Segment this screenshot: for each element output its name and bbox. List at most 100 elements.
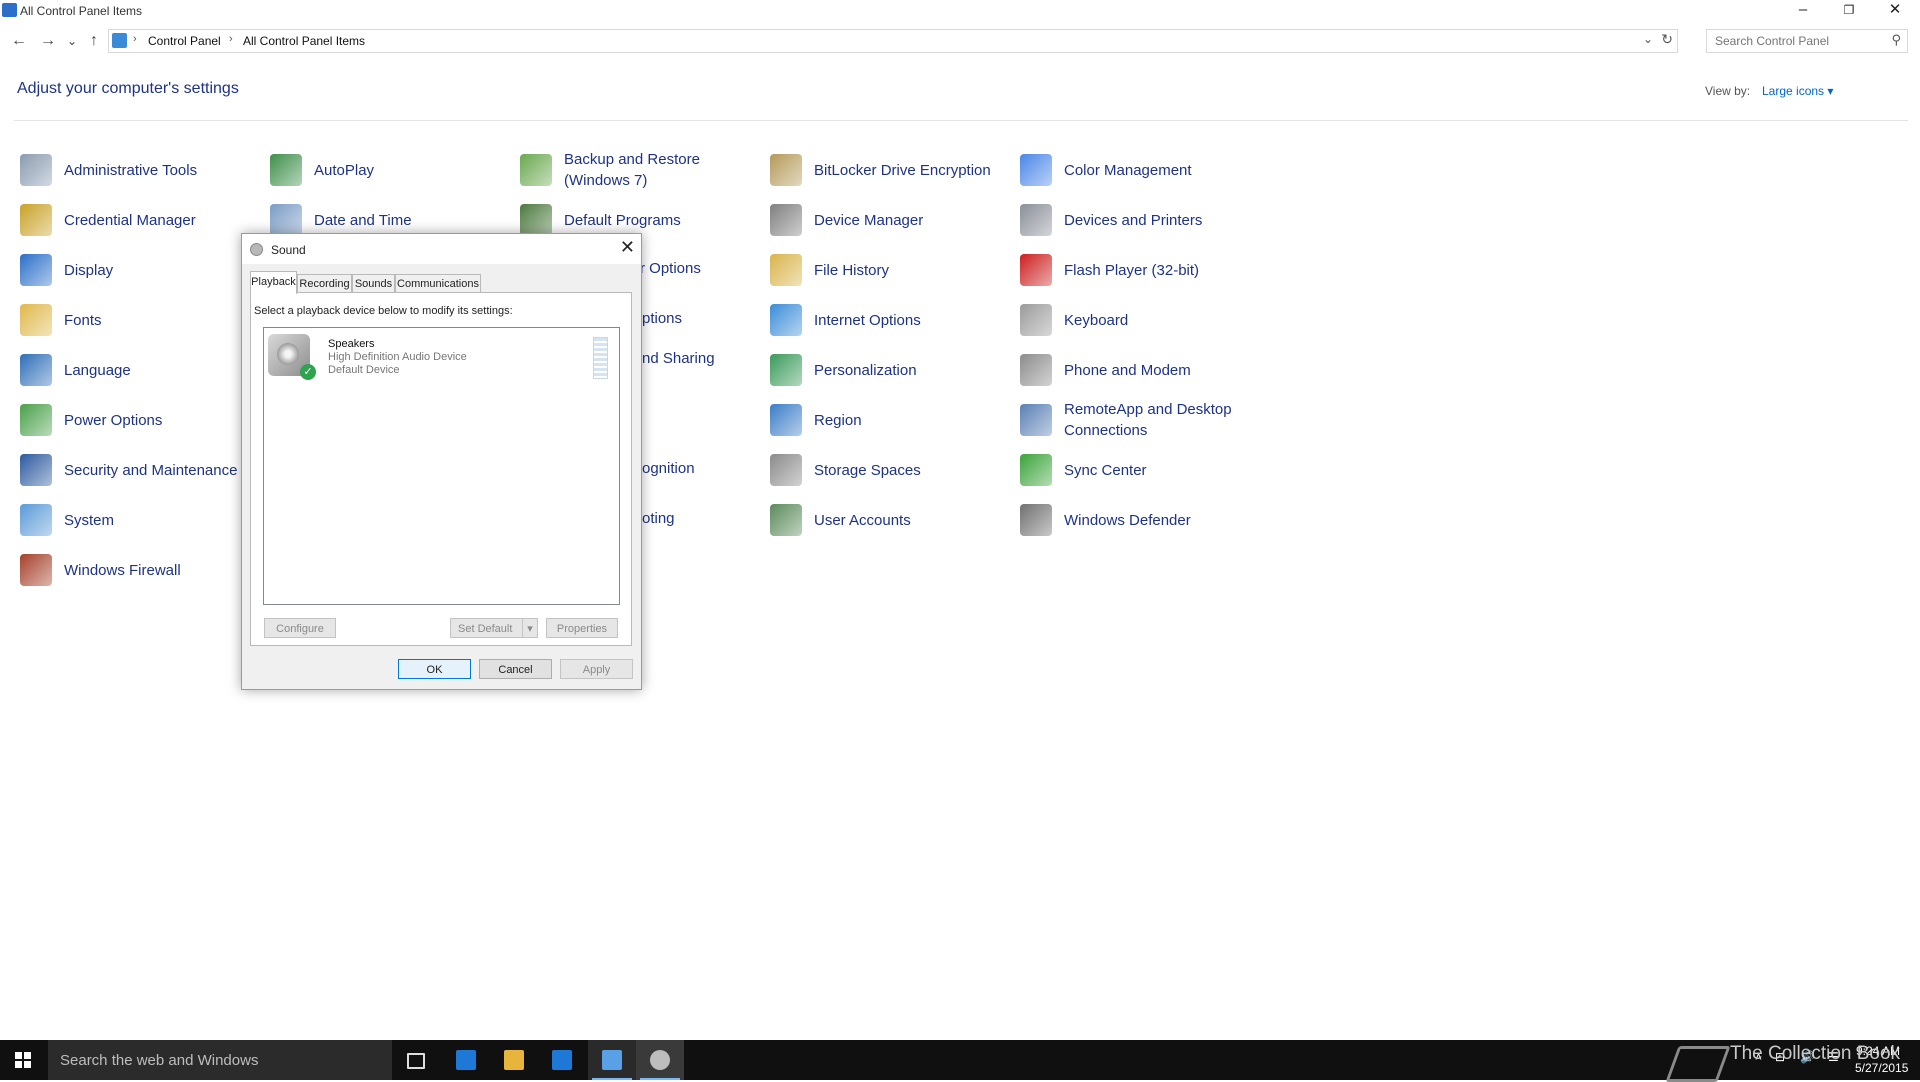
tab-sounds[interactable]: Sounds	[352, 274, 395, 293]
search-icon[interactable]: ⚲	[1891, 32, 1901, 48]
security-maintenance-icon	[20, 454, 52, 486]
color-management-icon	[1020, 154, 1052, 186]
minimize-button[interactable]: –	[1780, 0, 1826, 22]
dialog-title-bar[interactable]: Sound ✕	[242, 234, 641, 264]
device-manager-icon	[770, 204, 802, 236]
item-backup-restore[interactable]: Backup and Restore (Windows 7)	[520, 150, 770, 190]
item-windows-defender[interactable]: Windows Defender	[1020, 500, 1270, 540]
taskbar-search[interactable]: Search the web and Windows	[48, 1040, 392, 1080]
item-phone-modem[interactable]: Phone and Modem	[1020, 350, 1270, 390]
item-internet-options[interactable]: Internet Options	[770, 300, 1020, 340]
tab-recording[interactable]: Recording	[297, 274, 352, 293]
internet-options-icon	[770, 304, 802, 336]
view-by-label: View by:	[1705, 84, 1751, 98]
tab-communications[interactable]: Communications	[395, 274, 481, 293]
address-bar[interactable]: › Control Panel › All Control Panel Item…	[108, 29, 1678, 53]
apply-button[interactable]: Apply	[560, 659, 633, 679]
item-language[interactable]: Language	[20, 350, 270, 390]
item-user-accounts[interactable]: User Accounts	[770, 500, 1020, 540]
set-default-dropdown-icon[interactable]: ▾	[522, 618, 538, 638]
windows-firewall-icon	[20, 554, 52, 586]
navigation-bar: ← → ⌄ ↑ › Control Panel › All Control Pa…	[0, 28, 1920, 54]
item-storage-spaces[interactable]: Storage Spaces	[770, 450, 1020, 490]
properties-button[interactable]: Properties	[546, 618, 618, 638]
forward-button[interactable]: →	[37, 30, 59, 52]
breadcrumb-all-items[interactable]: All Control Panel Items	[243, 34, 365, 48]
item-partial-label[interactable]: ptions	[642, 310, 682, 327]
title-bar: All Control Panel Items – ❐ ✕	[0, 0, 1920, 22]
region-icon	[770, 404, 802, 436]
restore-button[interactable]: ❐	[1826, 0, 1872, 22]
item-windows-firewall[interactable]: Windows Firewall	[20, 550, 270, 590]
autoplay-icon	[270, 154, 302, 186]
edge-browser-icon	[456, 1050, 476, 1070]
cancel-button[interactable]: Cancel	[479, 659, 552, 679]
personalization-icon	[770, 354, 802, 386]
window-title: All Control Panel Items	[20, 4, 143, 18]
configure-button[interactable]: Configure	[264, 618, 336, 638]
start-button[interactable]	[0, 1040, 48, 1080]
control-panel-app-icon	[2, 3, 17, 17]
device-name[interactable]: Speakers	[328, 338, 374, 350]
power-options-icon	[20, 404, 52, 436]
item-device-manager[interactable]: Device Manager	[770, 200, 1020, 240]
item-display[interactable]: Display	[20, 250, 270, 290]
file-history-icon	[770, 254, 802, 286]
backup-restore-icon	[520, 154, 552, 186]
default-programs-icon	[520, 204, 552, 236]
ok-button[interactable]: OK	[398, 659, 471, 679]
dialog-close-button[interactable]: ✕	[620, 237, 635, 258]
item-region[interactable]: Region	[770, 400, 1020, 440]
search-box[interactable]: ⚲	[1706, 29, 1908, 53]
item-partial-label[interactable]: r Options	[640, 260, 701, 277]
header-divider	[14, 120, 1908, 121]
store-icon	[552, 1050, 572, 1070]
item-partial-label[interactable]: oting	[642, 510, 675, 527]
item-personalization[interactable]: Personalization	[770, 350, 1020, 390]
admin-tools-icon	[20, 154, 52, 186]
item-devices-printers[interactable]: Devices and Printers	[1020, 200, 1270, 240]
breadcrumb-control-panel[interactable]: Control Panel	[148, 34, 221, 48]
address-dropdown-icon[interactable]: ⌄	[1643, 32, 1653, 46]
item-system[interactable]: System	[20, 500, 270, 540]
date-time-icon	[270, 204, 302, 236]
tab-playback[interactable]: Playback	[250, 271, 297, 294]
item-flash-player[interactable]: Flash Player (32-bit)	[1020, 250, 1270, 290]
up-button[interactable]: ↑	[83, 30, 105, 52]
item-bitlocker[interactable]: BitLocker Drive Encryption	[770, 150, 1020, 190]
item-partial-label[interactable]: nd Sharing	[642, 350, 715, 367]
taskbar-edge[interactable]	[442, 1040, 490, 1080]
control-panel-taskbar-icon	[602, 1050, 622, 1070]
refresh-icon[interactable]: ↻	[1661, 31, 1673, 48]
item-credential-manager[interactable]: Credential Manager	[20, 200, 270, 240]
item-power-options[interactable]: Power Options	[20, 400, 270, 440]
device-status: Default Device	[328, 364, 400, 376]
item-fonts[interactable]: Fonts	[20, 300, 270, 340]
recent-locations-button[interactable]: ⌄	[61, 30, 83, 52]
item-security-maintenance[interactable]: Security and Maintenance	[20, 450, 270, 490]
item-color-management[interactable]: Color Management	[1020, 150, 1270, 190]
book-watermark-icon	[1665, 1046, 1731, 1082]
taskbar-file-explorer[interactable]	[490, 1040, 538, 1080]
item-file-history[interactable]: File History	[770, 250, 1020, 290]
view-by-dropdown[interactable]: Large icons ▾	[1762, 84, 1833, 98]
set-default-button[interactable]: Set Default	[450, 618, 524, 638]
device-list[interactable]: ✓ Speakers High Definition Audio Device …	[263, 327, 620, 605]
volume-level-meter	[593, 337, 608, 379]
close-button[interactable]: ✕	[1872, 0, 1918, 22]
sync-center-icon	[1020, 454, 1052, 486]
search-input[interactable]	[1713, 33, 1877, 49]
taskbar-control-panel[interactable]	[588, 1040, 636, 1080]
item-remoteapp[interactable]: RemoteApp and Desktop Connections	[1020, 400, 1270, 440]
item-administrative-tools[interactable]: Administrative Tools	[20, 150, 270, 190]
item-keyboard[interactable]: Keyboard	[1020, 300, 1270, 340]
devices-printers-icon	[1020, 204, 1052, 236]
taskbar-store[interactable]	[538, 1040, 586, 1080]
back-button[interactable]: ←	[8, 30, 30, 52]
item-sync-center[interactable]: Sync Center	[1020, 450, 1270, 490]
item-partial-label[interactable]: ognition	[642, 460, 695, 477]
taskbar-sound[interactable]	[636, 1040, 684, 1080]
task-view-button[interactable]	[392, 1040, 440, 1080]
item-autoplay[interactable]: AutoPlay	[270, 150, 520, 190]
language-icon	[20, 354, 52, 386]
